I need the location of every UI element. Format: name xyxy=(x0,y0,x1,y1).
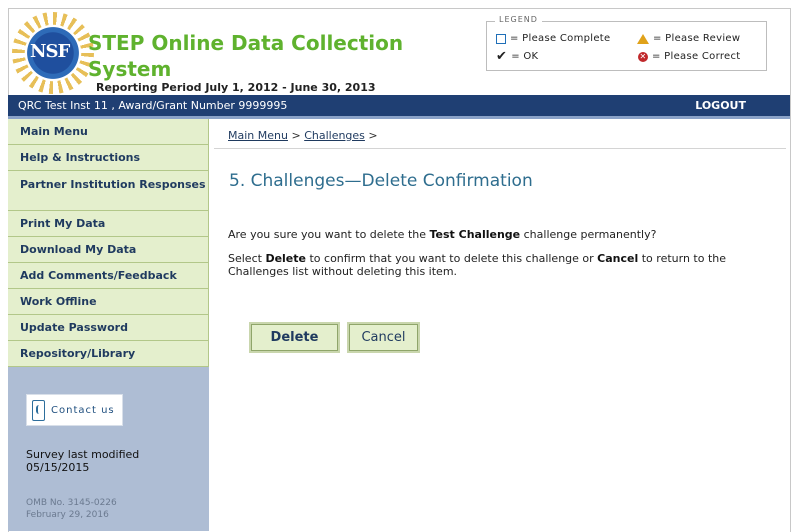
breadcrumb-divider xyxy=(214,148,786,149)
breadcrumb: Main Menu > Challenges > xyxy=(228,129,378,142)
checkmark-icon: ✔ xyxy=(496,48,508,64)
sidebar-item-main-menu[interactable]: Main Menu xyxy=(8,119,209,145)
sidebar-item-partner-institution-responses[interactable]: Partner Institution Responses xyxy=(8,171,209,211)
legend-ok: ✔ = OK xyxy=(496,48,539,64)
reporting-period: Reporting Period July 1, 2012 - June 30,… xyxy=(96,81,376,94)
instruction-text: to confirm that you want to delete this … xyxy=(305,252,598,265)
error-x-icon: ✕ xyxy=(638,51,648,62)
instruction-delete-term: Delete xyxy=(265,252,306,265)
status-legend: LEGEND = Please Complete ✔ = OK = Please… xyxy=(486,15,767,71)
institution-info: QRC Test Inst 11 , Award/Grant Number 99… xyxy=(18,99,288,112)
legend-please-complete-label: = Please Complete xyxy=(510,33,611,44)
survey-modified-label: Survey last modified xyxy=(26,448,140,461)
contact-us-button[interactable]: Contact us xyxy=(26,394,123,426)
delete-button[interactable]: Delete xyxy=(249,322,340,353)
sidebar-item-download-my-data[interactable]: Download My Data xyxy=(8,237,209,263)
delete-instructions: Select Delete to confirm that you want t… xyxy=(228,252,768,278)
breadcrumb-separator: > xyxy=(287,129,305,142)
page-title: 5. Challenges—Delete Confirmation xyxy=(229,171,533,191)
legend-please-complete: = Please Complete xyxy=(496,33,610,44)
sidebar-item-work-offline[interactable]: Work Offline xyxy=(8,289,209,315)
omb-number: OMB No. 3145-0226 xyxy=(26,498,117,508)
app-title: STEP Online Data Collection System xyxy=(88,31,404,81)
cancel-button[interactable]: Cancel xyxy=(347,322,420,353)
instruction-cancel-term: Cancel xyxy=(597,252,639,265)
sidebar-item-update-password[interactable]: Update Password xyxy=(8,315,209,341)
legend-please-review: = Please Review xyxy=(637,33,740,44)
breadcrumb-separator: > xyxy=(364,129,378,142)
sidebar-item-print-my-data[interactable]: Print My Data xyxy=(8,211,209,237)
legend-please-correct-label: = Please Correct xyxy=(652,51,741,62)
top-bar: QRC Test Inst 11 , Award/Grant Number 99… xyxy=(8,95,790,119)
phone-icon xyxy=(32,399,45,421)
sidebar: Main Menu Help & Instructions Partner In… xyxy=(8,119,209,531)
delete-question: Are you sure you want to delete the Test… xyxy=(228,228,656,241)
sidebar-item-repository-library[interactable]: Repository/Library xyxy=(8,341,209,367)
survey-last-modified: Survey last modified 05/15/2015 xyxy=(26,448,139,474)
question-text: challenge permanently? xyxy=(520,228,657,241)
challenge-name: Test Challenge xyxy=(429,228,521,241)
contact-us-label: Contact us xyxy=(51,404,115,416)
sidebar-item-add-comments-feedback[interactable]: Add Comments/Feedback xyxy=(8,263,209,289)
warning-icon xyxy=(637,33,649,44)
omb-expiration-date: February 29, 2016 xyxy=(26,510,109,520)
logout-link[interactable]: LOGOUT xyxy=(695,99,746,112)
legend-ok-label: = OK xyxy=(511,51,539,62)
empty-box-icon xyxy=(496,33,506,44)
breadcrumb-main-menu-link[interactable]: Main Menu xyxy=(228,129,288,142)
breadcrumb-challenges-link[interactable]: Challenges xyxy=(304,129,365,142)
question-text: Are you sure you want to delete the xyxy=(228,228,430,241)
legend-title: LEGEND xyxy=(495,15,542,24)
survey-modified-date: 05/15/2015 xyxy=(26,461,90,474)
sidebar-item-help-instructions[interactable]: Help & Instructions xyxy=(8,145,209,171)
instruction-text: Select xyxy=(228,252,266,265)
legend-please-correct: ✕ = Please Correct xyxy=(638,51,741,62)
nsf-logo-text: NSF xyxy=(30,41,70,62)
legend-please-review-label: = Please Review xyxy=(653,33,741,44)
omb-info: OMB No. 3145-0226 February 29, 2016 xyxy=(26,497,117,521)
